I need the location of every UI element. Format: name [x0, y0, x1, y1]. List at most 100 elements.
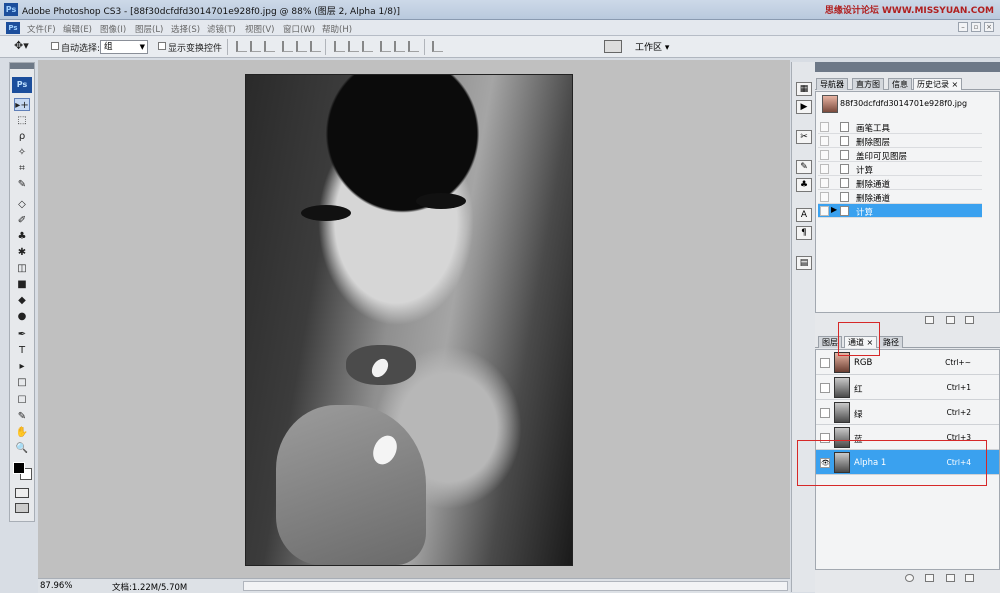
trash-icon[interactable]	[965, 316, 974, 324]
workspace-menu[interactable]: 工作区 ▾	[635, 40, 669, 53]
menu-help[interactable]: 帮助(H)	[322, 23, 352, 35]
history-source-checkbox[interactable]	[820, 178, 829, 188]
visibility-toggle[interactable]	[820, 408, 830, 418]
history-source-checkbox[interactable]	[820, 122, 829, 132]
visibility-toggle[interactable]	[820, 383, 830, 393]
brushes-panel-icon[interactable]: ✎	[796, 160, 812, 174]
panel-grip[interactable]	[815, 62, 1000, 72]
canvas-area[interactable]	[38, 60, 790, 578]
tab-paths[interactable]: 路径	[879, 336, 903, 348]
align-bottom-icon[interactable]	[264, 41, 275, 52]
character-panel-icon[interactable]: A	[796, 208, 812, 222]
horizontal-scrollbar[interactable]	[243, 581, 788, 591]
history-item-selected[interactable]: ▶ 计算	[818, 204, 982, 218]
align-left-icon[interactable]	[282, 41, 293, 52]
auto-select-checkbox[interactable]	[51, 42, 59, 50]
new-channel-icon[interactable]	[946, 574, 955, 582]
menu-image[interactable]: 图像(I)	[100, 23, 126, 35]
path-selection-icon[interactable]: ▸	[14, 360, 30, 373]
minimize-icon[interactable]: –	[958, 22, 968, 32]
new-document-icon[interactable]	[925, 316, 934, 324]
menu-window[interactable]: 窗口(W)	[283, 23, 315, 35]
eyedropper-icon[interactable]: ✎	[14, 410, 30, 423]
align-vcenter-icon[interactable]	[250, 41, 261, 52]
history-item[interactable]: 删除图层	[818, 134, 982, 148]
lasso-tool-icon[interactable]: ρ	[14, 130, 30, 143]
quick-mask-icon[interactable]	[15, 488, 29, 498]
menu-view[interactable]: 视图(V)	[245, 23, 274, 35]
snapshot-icon[interactable]	[946, 316, 955, 324]
distribute-vcenter-icon[interactable]	[348, 41, 359, 52]
paragraph-panel-icon[interactable]: ¶	[796, 226, 812, 240]
history-snapshot[interactable]: 88f30dcfdfd3014701e928f0.jpg	[818, 94, 983, 116]
tab-histogram[interactable]: 直方图	[852, 78, 884, 90]
close-icon[interactable]: ×	[984, 22, 994, 32]
navigator-panel-icon[interactable]: ▦	[796, 82, 812, 96]
restore-icon[interactable]: ▫	[971, 22, 981, 32]
history-source-checkbox[interactable]	[820, 192, 829, 202]
shape-tool-icon[interactable]: □	[14, 376, 30, 389]
ps-badge-icon[interactable]: Ps	[12, 77, 32, 93]
show-transform-checkbox[interactable]	[158, 42, 166, 50]
actions-panel-icon[interactable]: ▶	[796, 100, 812, 114]
channel-row[interactable]: 红 Ctrl+1	[816, 375, 999, 400]
move-tool-icon[interactable]: ▸+	[14, 98, 30, 111]
tab-navigator[interactable]: 导航器	[816, 78, 848, 90]
align-right-icon[interactable]	[310, 41, 321, 52]
notes-tool-icon[interactable]: ☐	[14, 394, 30, 407]
document-image[interactable]	[245, 74, 573, 566]
layer-comps-icon[interactable]: ▤	[796, 256, 812, 270]
hand-tool-icon[interactable]: ✋	[14, 426, 30, 439]
type-tool-icon[interactable]: T	[14, 344, 30, 357]
distribute-top-icon[interactable]	[334, 41, 345, 52]
marquee-tool-icon[interactable]: ⬚	[14, 114, 30, 127]
history-item[interactable]: 计算	[818, 162, 982, 176]
gradient-tool-icon[interactable]: ■	[14, 278, 30, 291]
channel-row[interactable]: 绿 Ctrl+2	[816, 400, 999, 425]
eraser-tool-icon[interactable]: ◫	[14, 262, 30, 275]
app-menu-icon[interactable]: Ps	[6, 22, 20, 34]
bridge-icon[interactable]	[604, 40, 622, 53]
history-source-checkbox[interactable]	[820, 136, 829, 146]
distribute-left-icon[interactable]	[380, 41, 391, 52]
visibility-toggle[interactable]	[820, 358, 830, 368]
dodge-tool-icon[interactable]: ●	[14, 310, 30, 323]
toolbox-grip[interactable]	[10, 63, 34, 69]
brush-tool-icon[interactable]: ✐	[14, 214, 30, 227]
history-source-checkbox[interactable]	[820, 150, 829, 160]
tool-presets-icon[interactable]: ✂	[796, 130, 812, 144]
tab-info[interactable]: 信息	[888, 78, 912, 90]
history-source-checkbox[interactable]	[820, 206, 829, 216]
crop-tool-icon[interactable]: ⌗	[14, 162, 30, 175]
history-item[interactable]: 画笔工具	[818, 120, 982, 134]
align-hcenter-icon[interactable]	[296, 41, 307, 52]
foreground-color-swatch[interactable]	[13, 462, 25, 474]
auto-select-dropdown[interactable]: 组 ▼	[100, 40, 148, 54]
move-tool-preset-icon[interactable]: ✥▾	[14, 39, 40, 55]
distribute-bottom-icon[interactable]	[362, 41, 373, 52]
healing-brush-icon[interactable]: ◇	[14, 198, 30, 211]
zoom-level[interactable]: 87.96%	[40, 581, 72, 591]
history-brush-icon[interactable]: ✱	[14, 246, 30, 259]
clone-stamp-icon[interactable]: ♣	[14, 230, 30, 243]
blur-tool-icon[interactable]: ◆	[14, 294, 30, 307]
menu-select[interactable]: 选择(S)	[171, 23, 200, 35]
tab-history[interactable]: 历史记录 ×	[913, 78, 963, 90]
menu-edit[interactable]: 编辑(E)	[63, 23, 92, 35]
document-info[interactable]: 文档:1.22M/5.70M	[112, 581, 187, 593]
history-item[interactable]: 删除通道	[818, 190, 982, 204]
screen-mode-icon[interactable]	[15, 503, 29, 513]
history-source-checkbox[interactable]	[820, 164, 829, 174]
align-top-icon[interactable]	[236, 41, 247, 52]
save-selection-icon[interactable]	[925, 574, 934, 582]
load-selection-icon[interactable]	[905, 574, 914, 582]
menu-filter[interactable]: 滤镜(T)	[207, 23, 236, 35]
zoom-tool-icon[interactable]: 🔍	[14, 442, 30, 455]
pen-tool-icon[interactable]: ✒	[14, 328, 30, 341]
history-item[interactable]: 盖印可见图层	[818, 148, 982, 162]
distribute-right-icon[interactable]	[408, 41, 419, 52]
trash-icon[interactable]	[965, 574, 974, 582]
auto-align-icon[interactable]	[432, 41, 443, 52]
menu-layer[interactable]: 图层(L)	[135, 23, 163, 35]
clone-source-icon[interactable]: ♣	[796, 178, 812, 192]
